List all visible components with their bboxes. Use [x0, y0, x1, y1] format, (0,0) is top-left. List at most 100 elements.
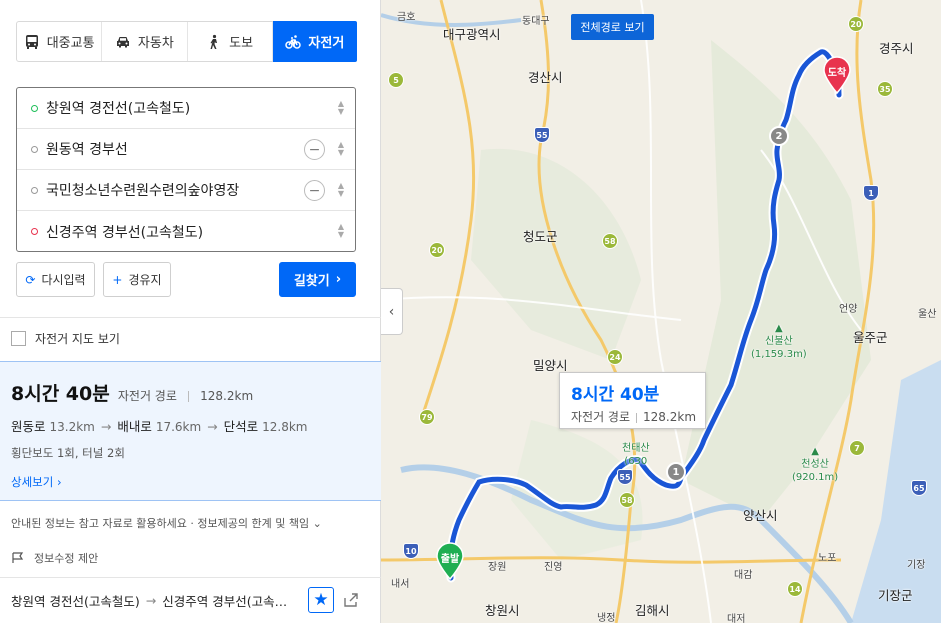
- place-label: 냉정: [597, 613, 616, 623]
- road-shield-icon: 58: [602, 233, 618, 249]
- favorite-star-button[interactable]: ★: [308, 587, 334, 613]
- bus-icon: [25, 34, 38, 49]
- full-route-button[interactable]: 전체경로 보기: [571, 14, 654, 40]
- tooltip-kind: 자전거 경로: [571, 410, 631, 424]
- waypoint-marker-1[interactable]: 1: [666, 462, 686, 482]
- transport-mode-tabs: 대중교통 자동차 도보 자전거: [16, 21, 357, 62]
- road-shield-icon: 20: [429, 242, 445, 258]
- mountain-height: (630: [624, 456, 648, 467]
- place-label: 진영: [544, 562, 563, 573]
- tab-label: 대중교통: [46, 36, 95, 51]
- route-extra-info: 횡단보도 1회, 터널 2회: [11, 446, 125, 460]
- road-shield-icon: 35: [877, 81, 893, 97]
- place-label: 대감: [734, 570, 753, 581]
- waypoint-marker-2[interactable]: 2: [769, 126, 789, 146]
- star-icon: ★: [313, 590, 329, 610]
- waypoint-via-1[interactable]: 원동역 경부선 − ▲ ▼: [17, 129, 355, 170]
- walk-icon: [210, 34, 218, 49]
- road-shield-icon: 7: [849, 440, 865, 456]
- mountain-label: ▲ 신불산 (1,159.3m): [751, 322, 807, 361]
- road-shield-icon: 5: [388, 72, 404, 88]
- road-shield-icon: 55: [617, 469, 633, 485]
- tab-label: 자전거: [308, 36, 345, 51]
- route-result-card[interactable]: 8시간 40분 자전거 경로 128.2km 원동로 13.2km → 배내로 …: [0, 361, 381, 501]
- map-view[interactable]: 전체경로 보기 대구광역시 경산시 경주시 청도군 밀양시 울주군 양산시 창원…: [381, 0, 941, 623]
- end-marker[interactable]: 도착: [822, 56, 852, 95]
- road-shield-icon: 24: [607, 349, 623, 365]
- waypoint-end[interactable]: 신경주역 경부선(고속철도) ▲ ▼: [17, 211, 355, 252]
- place-label: 언양: [839, 304, 858, 315]
- road-name: 단석로: [223, 419, 259, 434]
- tab-walk[interactable]: 도보: [188, 22, 273, 61]
- tab-bicycle[interactable]: 자전거: [272, 21, 357, 62]
- road-shield-icon: 10: [403, 543, 419, 559]
- city-label: 청도군: [523, 229, 558, 244]
- via-dot-icon: [31, 145, 38, 153]
- city-label: 창원시: [485, 603, 520, 618]
- tab-car[interactable]: 자동차: [102, 22, 188, 61]
- remove-waypoint-button[interactable]: −: [304, 180, 325, 201]
- add-waypoint-label: 경유지: [128, 273, 162, 287]
- bike-map-toggle[interactable]: 자전거 지도 보기: [11, 330, 120, 347]
- chevron-right-icon: ›: [335, 272, 342, 287]
- car-icon: [116, 36, 129, 47]
- separator: [636, 412, 638, 423]
- mountain-icon: ▲: [775, 323, 783, 334]
- add-waypoint-button[interactable]: + 경유지: [103, 262, 171, 297]
- reorder-handle-icon[interactable]: ▲ ▼: [337, 182, 345, 198]
- road-km: 13.2km: [49, 420, 95, 434]
- report-link[interactable]: 정보수정 제안: [11, 550, 98, 566]
- route-from: 창원역 경전선(고속철도): [11, 594, 140, 609]
- chevron-down-icon: ⌄: [312, 517, 322, 530]
- waypoint-via-2[interactable]: 국민청소년수련원수련의숲야영장 − ▲ ▼: [17, 170, 355, 211]
- bike-map-checkbox[interactable]: [11, 331, 26, 346]
- route-tooltip[interactable]: 8시간 40분 자전거 경로 128.2km: [559, 372, 706, 429]
- collapse-panel-button[interactable]: ‹: [381, 288, 403, 335]
- directions-panel: 대중교통 자동차 도보 자전거 창원역 경전선(고속철도) ▲ ▼ 원동역 경부선…: [0, 0, 381, 623]
- arrow-right-icon: →: [207, 419, 218, 434]
- city-label: 대구광역시: [443, 27, 501, 42]
- place-label: 장원: [488, 562, 507, 573]
- mountain-label: 천태산 (630: [622, 442, 650, 468]
- detail-link[interactable]: 상세보기 ›: [11, 474, 381, 490]
- start-marker[interactable]: 출발: [435, 542, 465, 581]
- flag-icon: [12, 552, 24, 563]
- info-notice[interactable]: 안내된 정보는 참고 자료로 활용하세요 · 정보제공의 한계 및 책임 ⌄: [11, 515, 322, 531]
- city-label: 경주시: [879, 41, 914, 56]
- road-shield-icon: 58: [619, 492, 635, 508]
- waypoint-start[interactable]: 창원역 경전선(고속철도) ▲ ▼: [17, 88, 355, 129]
- arrow-right-icon: →: [145, 593, 157, 608]
- report-label: 정보수정 제안: [34, 552, 99, 565]
- place-label: 노포: [818, 553, 837, 564]
- mountain-icon: ▲: [811, 446, 819, 457]
- city-label: 김해시: [635, 603, 670, 618]
- city-label: 울주군: [853, 330, 888, 345]
- bike-map-label: 자전거 지도 보기: [35, 332, 120, 346]
- reorder-handle-icon[interactable]: ▲ ▼: [337, 141, 345, 157]
- chevron-left-icon: ‹: [388, 303, 395, 320]
- start-marker-label: 출발: [440, 554, 460, 565]
- city-label: 기장군: [878, 588, 913, 603]
- detail-label: 상세보기: [11, 475, 54, 489]
- road-shield-icon: 14: [787, 581, 803, 597]
- waypoint-label: 원동역 경부선: [46, 142, 128, 158]
- reset-button[interactable]: ⟳ 다시입력: [16, 262, 95, 297]
- place-label: 내서: [391, 579, 410, 590]
- separator: [188, 391, 190, 402]
- tooltip-distance: 128.2km: [643, 410, 697, 424]
- share-icon[interactable]: [342, 591, 360, 609]
- full-route-label: 전체경로 보기: [580, 21, 645, 34]
- mountain-name: 신불산: [765, 336, 793, 347]
- route-time: 8시간 40분: [11, 383, 110, 405]
- tab-public-transit[interactable]: 대중교통: [17, 22, 103, 61]
- reorder-handle-icon[interactable]: ▲ ▼: [337, 223, 345, 239]
- road-summary: 원동로 13.2km → 배내로 17.6km → 단석로 12.8km: [11, 416, 381, 435]
- mountain-height: (920.1m): [792, 472, 839, 483]
- divider: [0, 317, 381, 318]
- search-route-button[interactable]: 길찾기 ›: [279, 262, 356, 297]
- waypoint-label: 국민청소년수련원수련의숲야영장: [46, 183, 240, 199]
- city-label: 양산시: [743, 508, 778, 523]
- place-label: 금호: [397, 12, 416, 23]
- reorder-handle-icon[interactable]: ▲ ▼: [337, 100, 345, 116]
- remove-waypoint-button[interactable]: −: [304, 139, 325, 160]
